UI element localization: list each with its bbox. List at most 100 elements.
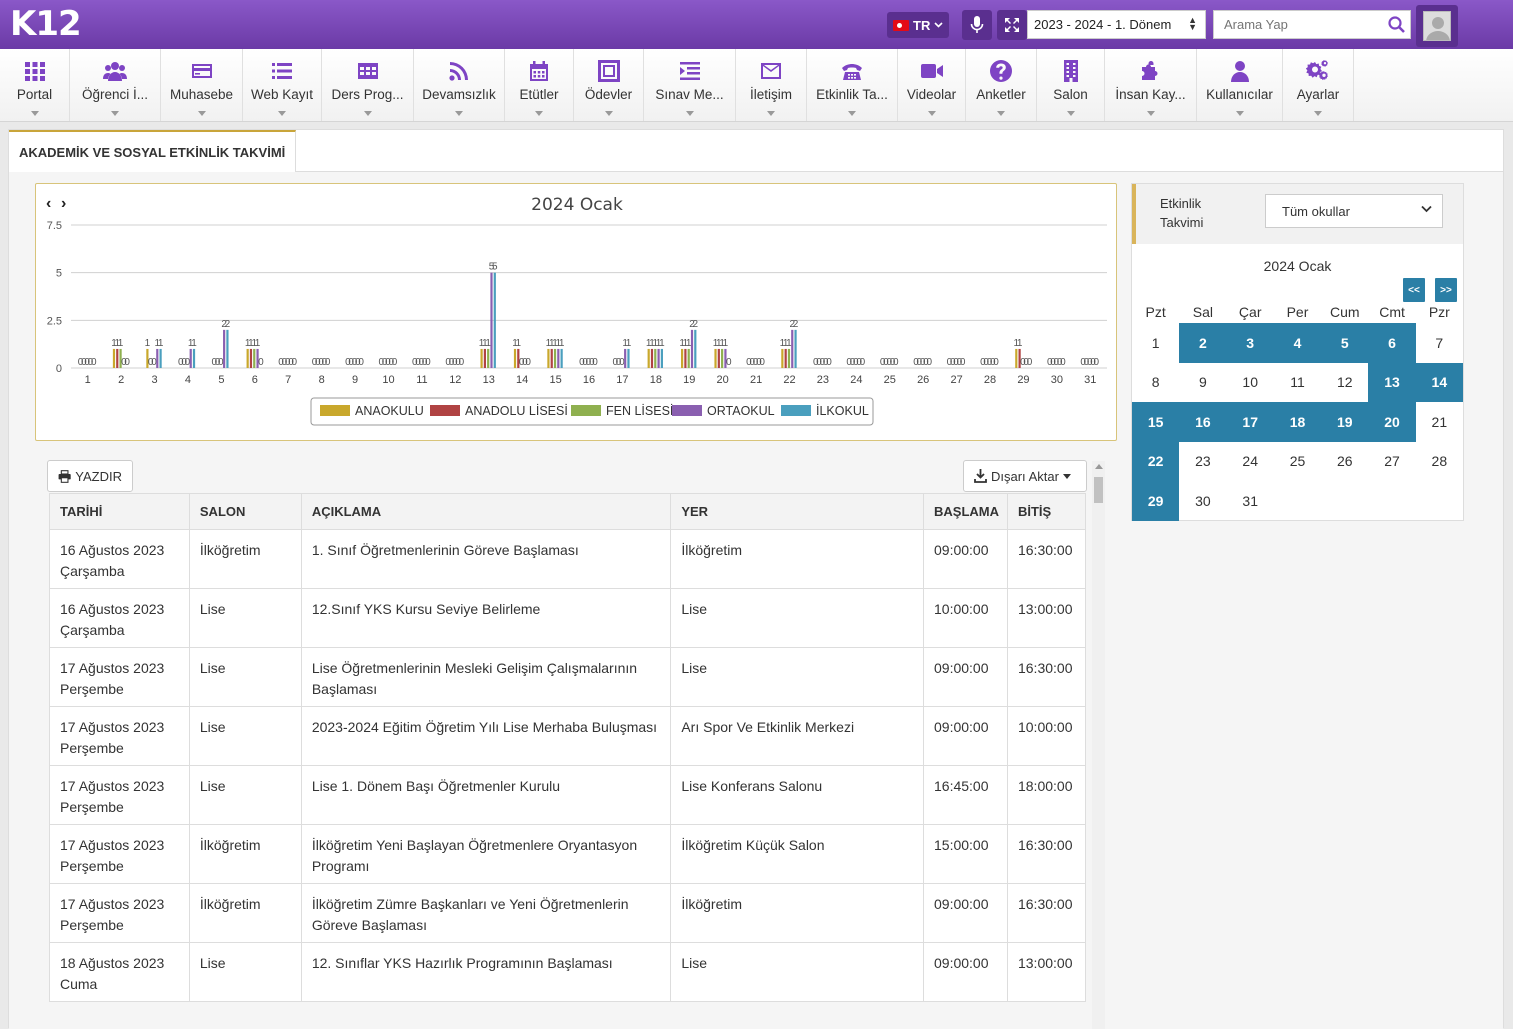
school-select[interactable]: Tüm okullar [1265,194,1443,228]
column-header-description[interactable]: AÇIKLAMA [300,493,672,530]
nav-item-0[interactable]: Portal [0,49,70,121]
column-header-start[interactable]: BAŞLAMA [923,493,1008,530]
calendar-day[interactable]: 24 [1227,442,1274,482]
calendar-day[interactable]: 23 [1179,442,1226,482]
term-select[interactable]: 2023 - 2024 - 1. Dönem ▲ ▼ [1027,10,1206,39]
language-selector[interactable]: TR [887,12,949,38]
calendar-day[interactable]: 16 [1179,402,1227,442]
nav-item-13[interactable]: Salon [1037,49,1105,121]
weekday-label: Cum [1329,304,1360,320]
fullscreen-button[interactable] [997,10,1027,40]
calendar-prev-button[interactable]: << [1403,278,1425,302]
search-input[interactable] [1214,11,1384,38]
print-button[interactable]: YAZDIR [47,460,133,492]
nav-item-label: Devamsızlık [422,87,496,102]
nav-item-7[interactable]: Ödevler [574,49,644,121]
data-label: 0 [525,357,531,368]
calendar-day[interactable]: 5 [1321,323,1369,363]
table-row[interactable]: 17 Ağustos 2023 Perşembe Lise Lise Öğretmen… [49,647,1087,707]
calendar-day[interactable]: 9 [1179,363,1226,403]
calendar-week-row: 22 23 24 25 26 27 28 [1132,441,1463,482]
calendar-day[interactable]: 20 [1368,402,1416,442]
nav-item-16[interactable]: Ayarlar [1283,49,1354,121]
cell-salon-text: Lise [199,719,226,735]
caret-down-icon [455,111,463,116]
table-row[interactable]: 17 Ağustos 2023 Perşembe İlköğretim İlköğre… [49,824,1087,884]
scroll-up-icon[interactable] [1095,464,1103,469]
cell-place: Lise [670,588,924,648]
x-tick-label: 31 [1084,374,1096,386]
tab-event-calendar[interactable]: AKADEMİK VE SOSYAL ETKİNLİK TAKVİMİ [9,130,297,172]
user-avatar[interactable] [1416,5,1458,47]
calendar-day[interactable]: 18 [1273,402,1322,442]
nav-item-9[interactable]: İletişim [736,49,807,121]
calendar-day[interactable]: 19 [1321,402,1369,442]
app-logo[interactable]: K12 [10,4,82,44]
calendar-day[interactable]: 1 [1132,323,1179,363]
cell-description: 12.Sınıf YKS Kursu Seviye Belirleme [300,588,672,648]
column-header-place[interactable]: YER [670,493,924,530]
calendar-day[interactable]: 30 [1179,481,1226,521]
calendar-day[interactable]: 26 [1321,442,1368,482]
calendar-day[interactable]: 14 [1415,362,1463,402]
calendar-next-button[interactable]: >> [1435,278,1457,302]
table-row[interactable]: 17 Ağustos 2023 Perşembe İlköğretim İlköğre… [49,883,1087,943]
calendar-day[interactable]: 27 [1368,442,1415,482]
weekday-label: Sal [1192,304,1214,320]
x-tick-label: 28 [984,374,996,386]
chart-bar-2 [721,348,724,368]
calendar-day[interactable]: 7 [1416,323,1463,363]
nav-item-3[interactable]: Web Kayıt [243,49,322,121]
table-row[interactable]: 17 Ağustos 2023 Perşembe Lise 2023-2024 Eği… [49,706,1087,766]
caret-down-icon [1062,473,1071,479]
calendar-day[interactable]: 21 [1416,402,1463,442]
weekday-label: Cmt [1379,304,1405,320]
column-header-end[interactable]: BİTİŞ [1006,493,1087,530]
nav-item-2[interactable]: Muhasebe [161,49,243,121]
table-scrollbar[interactable] [1092,461,1105,1029]
nav-item-8[interactable]: Sınav Me... [644,49,736,121]
table-row[interactable]: 16 Ağustos 2023 Çarşamba Lise 12.Sınıf YKS … [49,588,1087,648]
calendar-day[interactable]: 29 [1132,481,1180,521]
calendar-day[interactable]: 25 [1274,442,1321,482]
frame-icon [597,60,620,82]
nav-item-11[interactable]: Videolar [898,49,966,121]
chart-prev-icon[interactable]: ‹ [46,195,51,212]
data-label: 0 [826,357,832,368]
table-row[interactable]: 17 Ağustos 2023 Perşembe Lise Lise 1. Dönem… [49,765,1087,825]
nav-item-1[interactable]: Öğrenci İ... [70,49,161,121]
nav-item-5[interactable]: Devamsızlık [414,49,505,121]
nav-item-10[interactable]: Etkinlik Ta... [807,49,898,121]
nav-item-4[interactable]: Ders Prog... [322,49,414,121]
table-row[interactable]: 18 Ağustos 2023 Cuma Lise 12. Sınıflar YKS … [49,942,1087,1002]
nav-item-label: Ayarlar [1296,87,1340,102]
nav-item-12[interactable]: Anketler [966,49,1037,121]
column-header-date[interactable]: TARİHİ [49,493,190,530]
export-button[interactable]: Dışarı Aktar [963,460,1087,492]
calendar-day[interactable]: 15 [1132,402,1180,442]
calendar-day[interactable]: 10 [1227,363,1274,403]
calendar-day[interactable]: 31 [1227,481,1274,521]
calendar-day[interactable]: 17 [1226,402,1274,442]
calendar-day[interactable]: 11 [1274,363,1321,403]
nav-item-15[interactable]: Kullanıcılar [1197,49,1283,121]
microphone-button[interactable] [962,10,992,40]
nav-item-14[interactable]: İnsan Kay... [1105,49,1197,121]
calendar-day[interactable]: 28 [1416,442,1463,482]
question-icon [990,60,1012,82]
column-header-salon[interactable]: SALON [188,493,302,530]
calendar-day[interactable]: 3 [1226,323,1274,363]
calendar-day[interactable]: 13 [1368,362,1416,402]
scroll-thumb[interactable] [1094,477,1103,503]
table-row[interactable]: 16 Ağustos 2023 Çarşamba İlköğretim 1. Sını… [49,529,1087,589]
search-icon[interactable] [1387,15,1406,34]
calendar-day[interactable]: 12 [1321,363,1368,403]
calendar-day[interactable]: 6 [1368,323,1416,363]
chart-next-icon[interactable]: › [61,195,66,212]
nav-item-6[interactable]: Etütler [505,49,574,121]
nav-item-label: Anketler [976,87,1026,102]
calendar-day[interactable]: 8 [1132,363,1179,403]
calendar-day[interactable]: 2 [1179,323,1227,363]
calendar-day[interactable]: 22 [1132,441,1180,481]
calendar-day[interactable]: 4 [1273,323,1322,363]
